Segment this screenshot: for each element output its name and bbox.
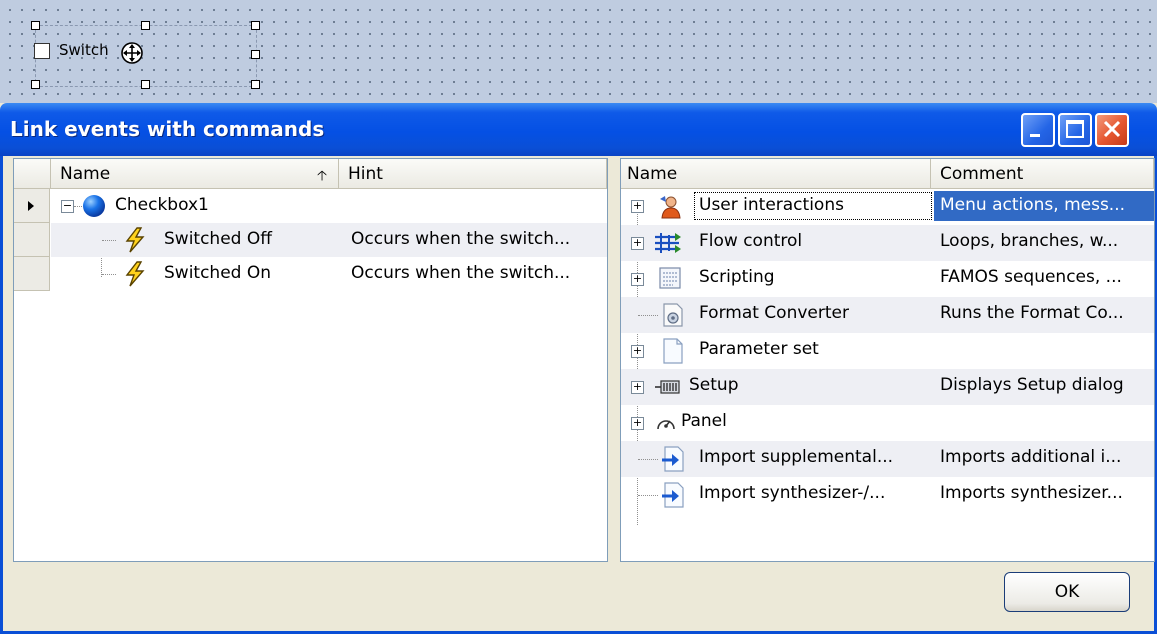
command-comment: Runs the Format Co... (940, 303, 1124, 323)
tree-line (102, 274, 116, 275)
command-comment: Loops, branches, w... (940, 231, 1119, 251)
switch-checkbox[interactable] (34, 43, 50, 59)
tree-line (102, 240, 116, 241)
flow-icon (655, 233, 681, 253)
expand-icon[interactable]: + (631, 237, 644, 250)
command-row-panel[interactable]: + Panel (621, 405, 1154, 441)
lightning-icon (125, 227, 145, 253)
column-header-comment[interactable]: Comment (931, 159, 1154, 189)
maximize-button[interactable] (1058, 113, 1092, 147)
command-row-import-synthesizer[interactable]: Import synthesizer-/... Imports synthesi… (621, 477, 1154, 513)
row-selector-header (14, 159, 51, 189)
setup-icon (655, 380, 680, 394)
resize-handle[interactable] (31, 80, 40, 89)
event-hint: Occurs when the switch... (351, 263, 571, 283)
resize-handle[interactable] (31, 21, 40, 30)
command-row-format-converter[interactable]: Format Converter Runs the Format Co... (621, 297, 1154, 333)
move-icon[interactable] (121, 42, 143, 64)
command-row-import-supplemental[interactable]: Import supplemental... Imports additiona… (621, 441, 1154, 477)
designer-canvas[interactable]: Switch (0, 0, 1157, 100)
tree-line (74, 206, 82, 207)
command-name: Flow control (699, 231, 803, 251)
gauge-icon (657, 420, 675, 430)
command-row-parameter-set[interactable]: + Parameter set (621, 333, 1154, 369)
converter-icon (663, 303, 683, 327)
minimize-icon (1030, 134, 1040, 137)
script-icon (659, 267, 681, 289)
link-events-dialog: Link events with commands Name 🡡 Hint − (0, 103, 1157, 634)
command-name: Panel (681, 411, 727, 431)
column-header-name[interactable]: Name 🡡 (51, 159, 339, 189)
tree-label: Checkbox1 (115, 195, 209, 215)
command-name: Setup (689, 375, 739, 395)
expand-icon[interactable]: + (631, 417, 644, 430)
import-icon (662, 482, 684, 508)
command-comment: FAMOS sequences, ... (940, 267, 1122, 287)
document-icon (663, 338, 683, 364)
command-row-flow-control[interactable]: + Flow control Loops, branches, w... (621, 225, 1154, 261)
resize-handle[interactable] (251, 80, 260, 89)
resize-handle[interactable] (251, 21, 260, 30)
event-name: Switched On (164, 263, 272, 283)
command-row-scripting[interactable]: + Scripting FAMOS sequences, ... (621, 261, 1154, 297)
import-icon (662, 446, 684, 472)
event-name: Switched Off (164, 229, 272, 249)
events-grid[interactable]: Name 🡡 Hint − Checkbox1 Switched Off Occ… (13, 158, 608, 562)
command-name: Parameter set (699, 339, 819, 359)
blue-sphere-icon (83, 195, 105, 217)
tree-line (638, 315, 658, 316)
column-header-name[interactable]: Name (621, 159, 931, 189)
user-icon (660, 196, 681, 219)
resize-handle[interactable] (251, 50, 260, 59)
lightning-icon (125, 261, 145, 287)
command-name: User interactions (699, 195, 844, 215)
tree-line (638, 459, 658, 460)
command-comment: Imports synthesizer... (940, 483, 1123, 503)
command-comment: Menu actions, mess... (940, 195, 1126, 215)
tree-row-checkbox1[interactable]: − Checkbox1 (51, 189, 607, 223)
row-selector[interactable] (14, 223, 50, 257)
tree-line (638, 495, 658, 496)
resize-handle[interactable] (141, 21, 150, 30)
row-selector[interactable] (14, 257, 50, 291)
close-icon (1103, 120, 1121, 138)
collapse-icon[interactable]: − (61, 200, 74, 213)
ok-button[interactable]: OK (1004, 572, 1130, 612)
minimize-button[interactable] (1021, 113, 1055, 147)
command-comment: Imports additional i... (940, 447, 1122, 467)
command-row-setup[interactable]: + Setup Displays Setup dialog (621, 369, 1154, 405)
sort-ascending-icon: 🡡 (316, 168, 327, 184)
expand-icon[interactable]: + (631, 345, 644, 358)
row-selector-current[interactable] (14, 189, 50, 223)
resize-handle[interactable] (141, 80, 150, 89)
title-bar[interactable]: Link events with commands (0, 103, 1157, 156)
event-row-switched-on[interactable]: Switched On Occurs when the switch... (51, 257, 607, 291)
command-name: Import supplemental... (699, 447, 894, 467)
command-comment: Displays Setup dialog (940, 375, 1124, 395)
expand-icon[interactable]: + (631, 200, 644, 213)
event-row-switched-off[interactable]: Switched Off Occurs when the switch... (51, 223, 607, 257)
switch-label: Switch (59, 41, 109, 59)
command-name: Format Converter (699, 303, 849, 323)
command-name: Scripting (699, 267, 775, 287)
expand-icon[interactable]: + (631, 381, 644, 394)
window-frame-left (0, 156, 3, 634)
maximize-icon (1066, 120, 1084, 138)
event-hint: Occurs when the switch... (351, 229, 571, 249)
commands-tree[interactable]: Name Comment + User interactions Menu ac… (620, 158, 1155, 562)
close-button[interactable] (1095, 113, 1129, 147)
column-header-hint[interactable]: Hint (339, 159, 607, 189)
command-row-user-interactions[interactable]: + User interactions Menu actions, mess..… (621, 189, 1154, 225)
current-row-arrow-icon (28, 201, 34, 211)
window-title: Link events with commands (10, 117, 325, 141)
expand-icon[interactable]: + (631, 273, 644, 286)
command-name: Import synthesizer-/... (699, 483, 886, 503)
